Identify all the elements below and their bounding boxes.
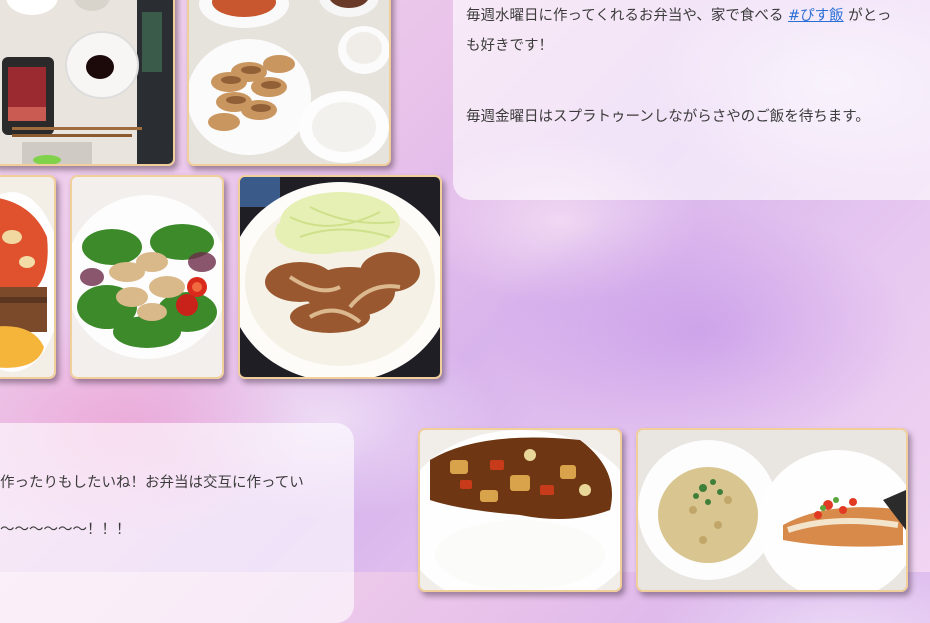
photo-omurice[interactable] — [0, 175, 56, 379]
post-text-line-2: 〜〜〜〜〜〜！！！ — [0, 522, 131, 538]
post-text-line-1: 毎週水曜日に作ってくれるお弁当や、家で食べる #ぴす飯 がとっ — [466, 5, 891, 28]
photo-gyoza[interactable] — [187, 0, 391, 166]
photo-ginger-pork[interactable] — [238, 175, 442, 379]
post-text-suffix: がとっ — [848, 8, 892, 24]
post-text-line-3: 毎週金曜日はスプラトゥーンしながらさやのご飯を待ちます。 — [466, 109, 870, 125]
post-text-line-1: 作ったりもしたいね！お弁当は交互に作ってい — [0, 475, 304, 491]
post-card-bottom: 作ったりもしたいね！お弁当は交互に作ってい 〜〜〜〜〜〜！！！ — [0, 423, 354, 623]
photo-bento-sashimi[interactable] — [0, 0, 175, 166]
photo-curry-rice[interactable] — [418, 428, 622, 592]
photo-chicken-salad[interactable] — [70, 175, 224, 379]
hashtag-link[interactable]: #ぴす飯 — [788, 8, 844, 24]
photo-mixed-rice-fish[interactable] — [636, 428, 908, 592]
post-text-prefix: 毎週水曜日に作ってくれるお弁当や、家で食べる — [466, 8, 784, 24]
post-text-line-2: も好きです！ — [466, 38, 553, 54]
post-card-top: 毎週水曜日に作ってくれるお弁当や、家で食べる #ぴす飯 がとっ も好きです！ 毎… — [453, 0, 930, 200]
